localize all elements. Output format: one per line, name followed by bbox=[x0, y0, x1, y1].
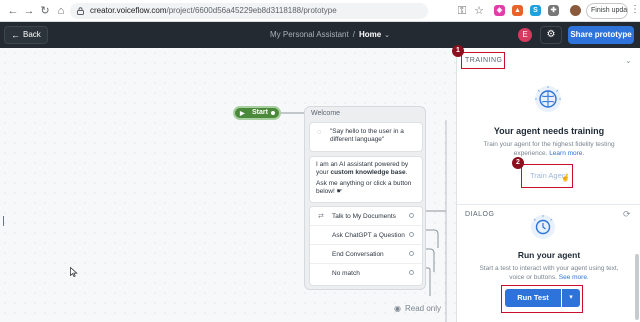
learn-more-link[interactable]: Learn more. bbox=[549, 150, 584, 157]
pointing-hand-icon: ☛ bbox=[336, 188, 343, 195]
settings-gear-icon[interactable]: ⚙ bbox=[540, 26, 562, 44]
annotation-box-run-test bbox=[501, 285, 583, 313]
breadcrumb-separator: / bbox=[352, 30, 355, 39]
bookmark-star-icon[interactable]: ☆ bbox=[472, 4, 486, 18]
train-title: Your agent needs training bbox=[493, 126, 605, 136]
chevron-down-icon[interactable]: ⌄ bbox=[384, 32, 390, 39]
collapse-chevron-icon[interactable]: ⌄ bbox=[625, 56, 632, 65]
eye-icon: ◉ bbox=[394, 304, 401, 313]
url-host: creator.voiceflow.com bbox=[90, 6, 167, 15]
finish-update-button[interactable]: Finish update bbox=[586, 3, 628, 19]
choice-port[interactable] bbox=[409, 232, 414, 237]
choice-icon: ⇄ bbox=[318, 213, 324, 220]
annotation-badge-1: 1 bbox=[452, 45, 464, 57]
ai-response-step[interactable]: I am an AI assistant powered by your cus… bbox=[309, 156, 423, 203]
url-path: /project/6600d56a45229eb8d3118188/protot… bbox=[166, 6, 337, 15]
app-header: ← Back My Personal Assistant / Home ⌄ E ⚙ S… bbox=[0, 22, 640, 48]
run-description-text: Start a test to interact with your agent… bbox=[479, 265, 619, 281]
dialog-section-label: DIALOG bbox=[465, 211, 495, 218]
annotation-badge-2: 2 bbox=[512, 157, 524, 169]
browser-forward-icon[interactable]: → bbox=[22, 4, 36, 18]
profile-avatar[interactable] bbox=[570, 5, 581, 16]
ai-text-bold: custom knowledge base bbox=[330, 169, 406, 176]
run-agent-icon bbox=[531, 215, 555, 239]
ai-text-2: Ask me anything or click a button below! bbox=[316, 180, 412, 195]
read-only-indicator: ◉ Read only bbox=[394, 304, 441, 313]
choice-label: Talk to My Documents bbox=[332, 213, 396, 220]
breadcrumb: My Personal Assistant / Home ⌄ bbox=[270, 30, 390, 39]
site-info-icon[interactable] bbox=[77, 7, 84, 15]
address-bar[interactable]: creator.voiceflow.com/project/6600d56a45… bbox=[70, 3, 428, 19]
back-button[interactable]: ← Back bbox=[4, 26, 48, 44]
project-name[interactable]: My Personal Assistant bbox=[270, 30, 349, 39]
avatar[interactable]: E bbox=[518, 28, 532, 42]
section-divider bbox=[457, 204, 640, 205]
choice-row[interactable]: End Conversation bbox=[310, 245, 422, 264]
run-title: Run your agent bbox=[517, 250, 581, 260]
choice-row[interactable]: No match bbox=[310, 264, 422, 283]
start-node-label: Start bbox=[252, 109, 268, 116]
choice-port[interactable] bbox=[409, 213, 414, 218]
share-prototype-button[interactable]: Share prototype bbox=[568, 26, 634, 44]
choice-port[interactable] bbox=[409, 270, 414, 275]
browser-back-icon[interactable]: ← bbox=[6, 4, 20, 18]
choice-label: End Conversation bbox=[332, 251, 384, 258]
panel-scrollbar[interactable] bbox=[635, 254, 639, 320]
flow-canvas[interactable]: ▶ Start Welcome ◌ "Say hello to the user… bbox=[0, 48, 456, 322]
extensions-puzzle-icon[interactable]: ✚ bbox=[548, 5, 559, 16]
extension-icon-2[interactable]: ▲ bbox=[512, 5, 523, 16]
arrow-left-icon: ← bbox=[11, 30, 20, 40]
choice-row[interactable]: Ask ChatGPT a Question bbox=[310, 226, 422, 245]
reload-icon[interactable]: ↻ bbox=[38, 4, 52, 18]
read-only-label: Read only bbox=[404, 304, 442, 313]
choice-step[interactable]: ⇄ Talk to My Documents Ask ChatGPT a Que… bbox=[309, 206, 423, 286]
current-page[interactable]: Home bbox=[359, 30, 381, 39]
annotation-box-train-agent bbox=[521, 164, 573, 188]
speak-step-text: "Say hello to the user in a different la… bbox=[330, 128, 404, 143]
run-description: Start a test to interact with your agent… bbox=[471, 264, 627, 282]
refresh-icon[interactable]: ⟳ bbox=[623, 209, 631, 220]
choice-label: Ask ChatGPT a Question bbox=[332, 232, 405, 239]
speak-step[interactable]: ◌ "Say hello to the user in a different … bbox=[309, 122, 423, 152]
brain-icon bbox=[535, 86, 561, 112]
browser-menu-icon[interactable]: ⋮ bbox=[630, 4, 640, 15]
choice-label: No match bbox=[332, 270, 360, 277]
choice-row[interactable]: ⇄ Talk to My Documents bbox=[310, 207, 422, 226]
train-description: Train your agent for the highest fidelit… bbox=[471, 140, 627, 158]
annotation-box-training bbox=[461, 52, 505, 69]
extension-icon-3[interactable]: S bbox=[530, 5, 541, 16]
extension-icon-1[interactable]: ◈ bbox=[494, 5, 505, 16]
start-node-port[interactable] bbox=[270, 110, 276, 116]
play-icon: ▶ bbox=[240, 111, 245, 117]
choice-port[interactable] bbox=[409, 251, 414, 256]
key-icon[interactable]: ⚿ bbox=[455, 4, 469, 18]
start-node[interactable]: ▶ Start bbox=[233, 106, 281, 120]
welcome-block[interactable]: Welcome ◌ "Say hello to the user in a di… bbox=[304, 106, 426, 290]
speech-bubble-icon: ◌ bbox=[317, 129, 322, 136]
back-button-label: Back bbox=[23, 30, 41, 39]
home-icon[interactable]: ⌂ bbox=[54, 4, 68, 18]
browser-toolbar: ← → ↻ ⌂ creator.voiceflow.com/project/66… bbox=[0, 0, 640, 22]
block-title: Welcome bbox=[311, 110, 341, 117]
see-more-link[interactable]: See more. bbox=[559, 274, 589, 281]
